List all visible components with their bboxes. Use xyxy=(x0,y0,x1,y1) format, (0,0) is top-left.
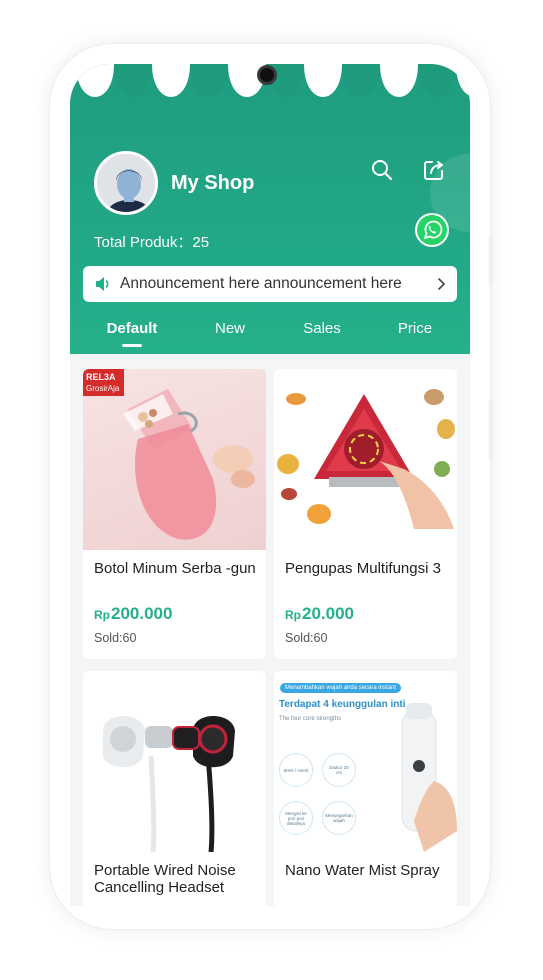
product-name: Portable Wired Noise Cancelling Headset xyxy=(94,862,236,896)
product-name: Pengupas Multifungsi 3 xyxy=(285,560,441,577)
tab-default[interactable]: Default xyxy=(92,320,172,337)
camera-notch xyxy=(257,65,277,85)
phone-side-button xyxy=(489,400,493,462)
product-sold: Sold:60 xyxy=(94,631,137,645)
whatsapp-icon xyxy=(417,215,447,245)
product-card[interactable]: Pengupas Multifungsi 3 Rp20.000 Sold:60 xyxy=(274,369,457,659)
product-sold: Sold:60 xyxy=(285,631,328,645)
product-image: Menambahkan wajah anda secara instant Te… xyxy=(274,671,457,852)
shop-name: My Shop xyxy=(171,172,255,194)
shop-header: My Shop Total Produk：25 Announcement her… xyxy=(70,64,470,354)
speaker-icon xyxy=(96,277,109,291)
product-image xyxy=(274,369,457,550)
app-screen: My Shop Total Produk：25 Announcement her… xyxy=(70,64,470,906)
announcement-bar[interactable]: Announcement here announcement here xyxy=(83,266,457,302)
whatsapp-button[interactable] xyxy=(415,213,449,247)
page: My Shop Total Produk：25 Announcement her… xyxy=(0,0,543,980)
active-tab-indicator xyxy=(122,344,142,347)
chevron-right-icon xyxy=(438,278,445,290)
product-name: Botol Minum Serba -gun xyxy=(94,560,256,577)
product-card[interactable]: Portable Wired Noise Cancelling Headset xyxy=(83,671,266,906)
phone-side-button xyxy=(489,235,493,287)
product-name: Nano Water Mist Spray xyxy=(285,862,440,879)
product-price: Rp20.000 xyxy=(285,604,354,623)
share-icon[interactable] xyxy=(422,158,446,182)
tab-new[interactable]: New xyxy=(190,320,270,337)
sort-tabs: Default New Sales Price xyxy=(70,314,470,354)
avatar[interactable] xyxy=(94,151,158,215)
brand-badge: REL3A GrosirAja xyxy=(83,369,124,396)
tab-sales[interactable]: Sales xyxy=(282,320,362,337)
product-card[interactable]: Menambahkan wajah anda secara instant Te… xyxy=(274,671,457,906)
total-products: Total Produk：25 xyxy=(94,234,210,251)
product-image xyxy=(83,671,266,852)
product-card[interactable]: REL3A GrosirAja Botol Minum Serba -gun R… xyxy=(83,369,266,659)
product-image: REL3A GrosirAja xyxy=(83,369,266,550)
announcement-text: Announcement here announcement here xyxy=(120,275,402,292)
product-price: Rp200.000 xyxy=(94,604,173,623)
tab-price[interactable]: Price xyxy=(375,320,455,337)
search-icon[interactable] xyxy=(370,158,394,182)
